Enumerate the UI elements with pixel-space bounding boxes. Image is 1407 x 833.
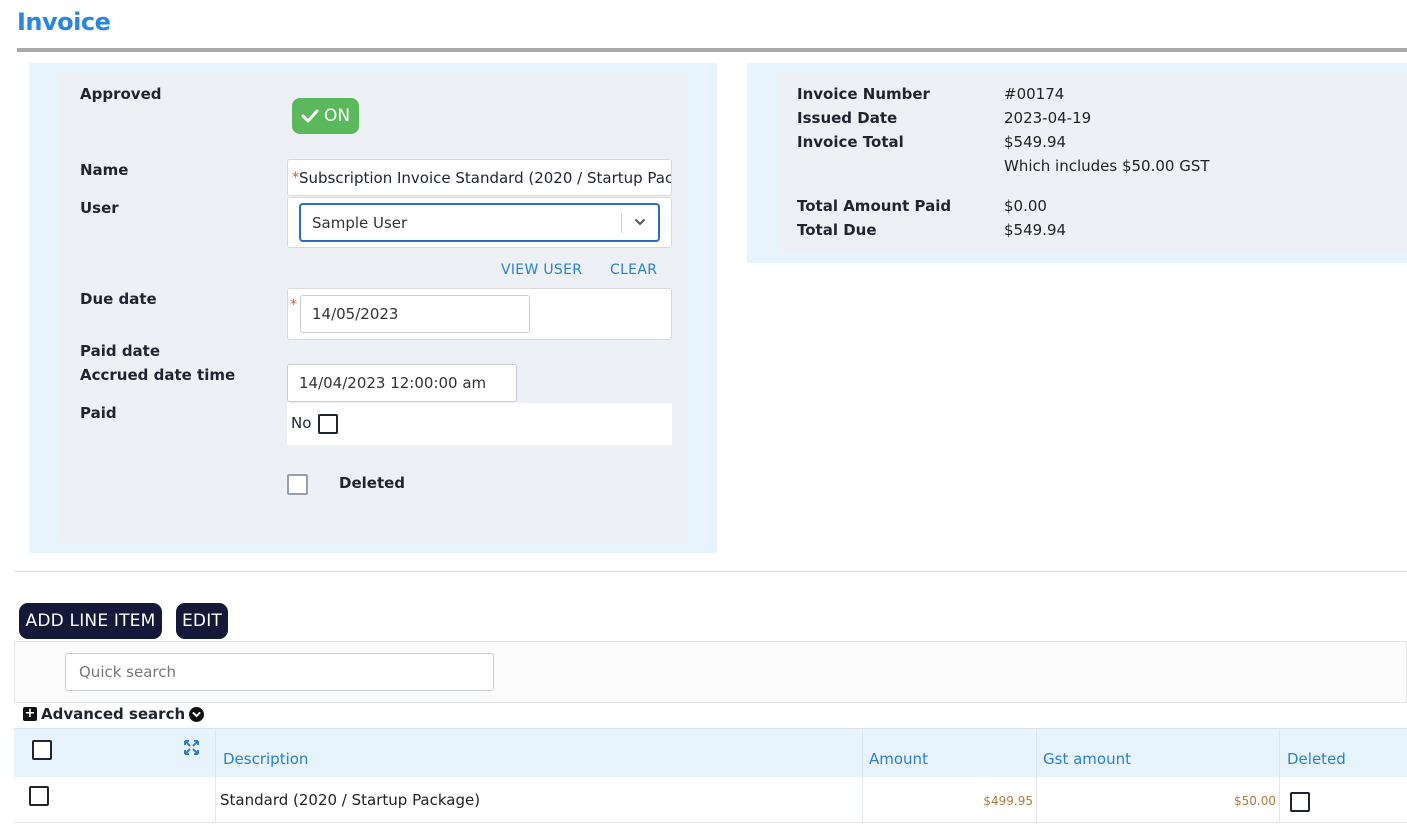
page-title: Invoice	[17, 8, 111, 36]
section-divider	[14, 571, 1407, 572]
paid-field	[287, 403, 672, 445]
total-paid-label: Total Amount Paid	[797, 197, 952, 215]
title-divider	[17, 48, 1407, 52]
chevron-down-icon[interactable]	[633, 212, 647, 232]
name-field[interactable]: * Subscription Invoice Standard (2020 / S…	[287, 159, 672, 196]
clear-link[interactable]: CLEAR	[610, 262, 657, 278]
approved-label: Approved	[80, 85, 162, 103]
total-due-value: $549.94	[1004, 221, 1067, 239]
row-gst-amount: $50.00	[1234, 794, 1276, 808]
accrued-label: Accrued date time	[80, 366, 236, 384]
advanced-search-label: Advanced search	[41, 705, 186, 723]
invoice-total-label: Invoice Total	[797, 133, 904, 151]
column-header-deleted[interactable]: Deleted	[1287, 750, 1346, 768]
column-divider	[1036, 728, 1037, 823]
expand-icon[interactable]	[184, 740, 199, 755]
paid-value-text: No	[291, 414, 312, 432]
user-label: User	[80, 199, 119, 217]
advanced-search-toggle[interactable]: + Advanced search	[23, 705, 205, 723]
gst-note: Which includes $50.00 GST	[1004, 157, 1210, 175]
row-amount: $499.95	[983, 794, 1033, 808]
invoice-number-label: Invoice Number	[797, 85, 930, 103]
approved-toggle[interactable]: ON	[292, 98, 359, 134]
required-marker: *	[292, 169, 299, 186]
total-paid-value: $0.00	[1004, 197, 1047, 215]
invoice-total-value: $549.94	[1004, 133, 1067, 151]
row-divider	[14, 822, 1407, 823]
name-value: Subscription Invoice Standard (2020 / St…	[299, 168, 671, 187]
circle-chevron-down-icon	[189, 706, 205, 722]
column-header-gst-amount[interactable]: Gst amount	[1043, 750, 1131, 768]
select-separator	[621, 213, 622, 233]
column-divider	[215, 728, 216, 823]
issued-date-label: Issued Date	[797, 109, 898, 127]
invoice-number-value: #00174	[1004, 85, 1065, 103]
select-all-checkbox[interactable]	[32, 740, 52, 760]
column-divider	[1279, 728, 1280, 823]
user-select[interactable]: Sample User	[299, 203, 660, 242]
accrued-datetime-input[interactable]: 14/04/2023 12:00:00 am	[287, 364, 517, 402]
edit-button[interactable]: EDIT	[176, 603, 228, 639]
total-due-label: Total Due	[797, 221, 877, 239]
due-date-label: Due date	[80, 290, 157, 308]
add-line-item-button[interactable]: ADD LINE ITEM	[19, 603, 162, 639]
toggle-state-label: ON	[323, 106, 351, 126]
paid-date-label: Paid date	[80, 342, 161, 360]
check-icon	[301, 109, 319, 123]
column-divider	[862, 728, 863, 823]
row-select-checkbox[interactable]	[29, 786, 49, 806]
paid-label: Paid	[80, 404, 117, 422]
plus-square-icon: +	[23, 706, 37, 721]
deleted-label: Deleted	[339, 474, 406, 492]
required-marker: *	[290, 297, 297, 313]
paid-checkbox[interactable]	[318, 414, 338, 434]
column-header-amount[interactable]: Amount	[869, 750, 928, 768]
view-user-link[interactable]: VIEW USER	[501, 262, 582, 278]
due-date-input[interactable]: 14/05/2023	[300, 295, 530, 333]
row-description: Standard (2020 / Startup Package)	[220, 791, 481, 809]
user-select-value: Sample User	[312, 214, 408, 232]
issued-date-value: 2023-04-19	[1004, 109, 1092, 127]
column-header-description[interactable]: Description	[223, 750, 308, 768]
deleted-checkbox[interactable]	[287, 474, 308, 495]
quick-search-input[interactable]: Quick search	[65, 653, 494, 691]
row-deleted-checkbox[interactable]	[1290, 792, 1310, 812]
name-label: Name	[80, 161, 129, 179]
